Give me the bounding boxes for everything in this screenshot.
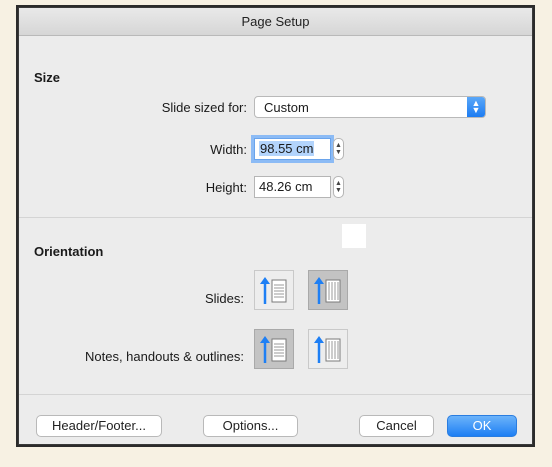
slides-orientation-label: Slides: [204,291,244,306]
notes-landscape-button[interactable] [308,329,348,369]
stepper-up-icon: ▲ [335,180,342,187]
slides-portrait-button[interactable] [254,270,294,310]
options-button[interactable]: Options... [203,415,298,437]
blank-square [342,224,366,248]
popup-arrows-icon: ▲ ▼ [467,97,485,117]
width-label: Width: [210,142,247,157]
page-setup-dialog: Page Setup Size Slide sized for: Custom … [18,7,533,445]
slides-landscape-button[interactable] [308,270,348,310]
notes-portrait-button[interactable] [254,329,294,369]
slide-sized-for-label: Slide sized for: [161,100,247,115]
height-label: Height: [205,180,247,195]
section-divider [19,217,532,218]
portrait-orientation-icon [260,336,287,363]
stepper-up-icon: ▲ [335,142,342,149]
header-footer-button[interactable]: Header/Footer... [36,415,162,437]
width-field[interactable]: 98.55 cm [254,138,331,160]
footer-divider [19,394,532,395]
dialog-title: Page Setup [19,8,532,36]
slide-size-popup[interactable]: Custom ▲ ▼ [254,96,486,118]
landscape-orientation-icon [314,277,341,304]
height-stepper[interactable]: ▲ ▼ [333,176,344,198]
ok-button[interactable]: OK [447,415,517,437]
portrait-orientation-icon [260,277,287,304]
notes-orientation-label: Notes, handouts & outlines: [85,349,244,364]
height-field[interactable]: 48.26 cm [254,176,331,198]
landscape-orientation-icon [314,336,341,363]
width-value: 98.55 cm [259,141,315,156]
cancel-button[interactable]: Cancel [359,415,434,437]
orientation-section-title: Orientation [34,244,104,259]
height-value: 48.26 cm [259,179,313,194]
stepper-down-icon: ▼ [335,149,342,156]
width-stepper[interactable]: ▲ ▼ [333,138,344,160]
slide-size-value: Custom [264,99,309,115]
stepper-down-icon: ▼ [335,187,342,194]
size-section-title: Size [34,70,61,85]
